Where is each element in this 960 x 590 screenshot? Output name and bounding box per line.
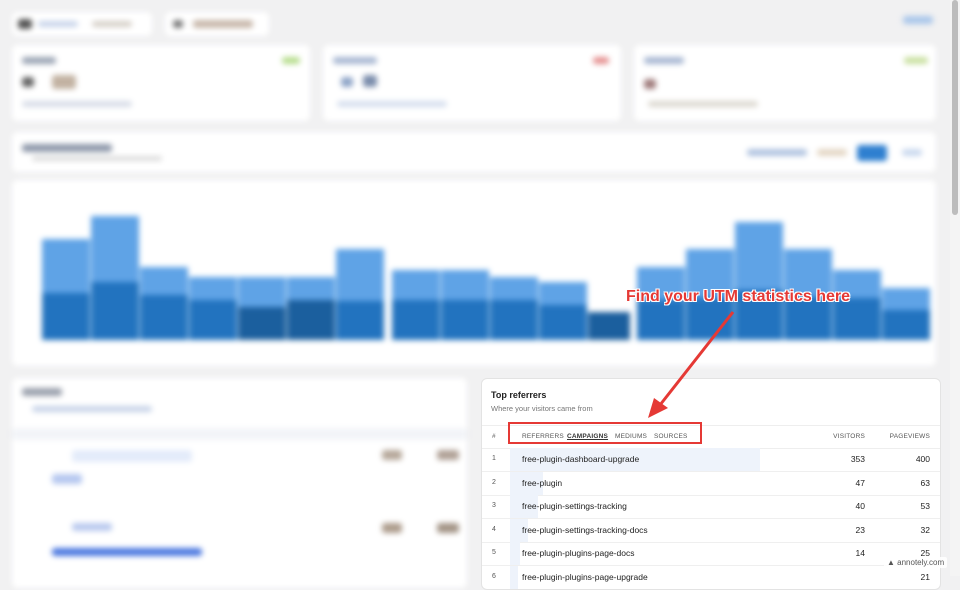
campaign-name[interactable]: free-plugin-plugins-page-docs: [522, 548, 634, 558]
watermark: ▲ annotely.com: [884, 557, 948, 568]
panel-subtitle: Where your visitors came from: [491, 404, 593, 413]
row-pageviews: 53: [920, 501, 930, 511]
campaign-name[interactable]: free-plugin-plugins-page-upgrade: [522, 572, 648, 582]
page-scrollbar[interactable]: [950, 0, 960, 576]
kpi-card-visitors: [12, 45, 310, 121]
row-rank: 5: [492, 549, 496, 556]
top-referrers-panel: Top referrers Where your visitors came f…: [481, 378, 941, 590]
table-row[interactable]: 6 free-plugin-plugins-page-upgrade 21: [482, 565, 940, 589]
kpi-card-pageviews: [323, 45, 621, 121]
campaign-name[interactable]: free-plugin-settings-tracking: [522, 501, 627, 511]
column-header-visitors[interactable]: VISITORS: [833, 433, 865, 440]
row-rank: 4: [492, 525, 496, 533]
site-selector[interactable]: [12, 12, 152, 36]
table-row[interactable]: 3 free-plugin-settings-tracking 40 53: [482, 495, 940, 519]
row-rank: 1: [492, 455, 496, 462]
row-pageviews: 21: [920, 571, 930, 582]
table-row[interactable]: 5 free-plugin-plugins-page-docs 14 25: [482, 542, 940, 566]
scrollbar-thumb[interactable]: [952, 0, 958, 215]
callout-text: Find your UTM statistics here: [626, 288, 851, 305]
row-visitors: 40: [855, 501, 865, 511]
row-share-bar: [510, 542, 520, 565]
date-range-selector[interactable]: [165, 12, 269, 36]
row-pageviews: 32: [920, 524, 930, 535]
row-pageviews: 63: [920, 477, 930, 488]
column-header-rank: #: [492, 433, 496, 440]
row-share-bar: [510, 565, 518, 589]
panel-title: Top referrers: [491, 390, 547, 400]
chart-header: [12, 132, 936, 172]
tabs-highlight-box: [508, 422, 702, 444]
campaign-name[interactable]: free-plugin-dashboard-upgrade: [522, 454, 639, 464]
visitors-chart: [12, 180, 936, 366]
share-button[interactable]: [903, 16, 933, 24]
table-row[interactable]: 4 free-plugin-settings-tracking-docs 23 32: [482, 518, 940, 543]
column-header-pageviews[interactable]: PAGEVIEWS: [890, 433, 930, 440]
campaign-name[interactable]: free-plugin-settings-tracking-docs: [522, 525, 648, 535]
row-visitors: 14: [855, 548, 865, 558]
row-rank: 3: [492, 502, 496, 509]
row-rank: 6: [492, 572, 496, 580]
row-rank: 2: [492, 478, 496, 486]
table-row[interactable]: 1 free-plugin-dashboard-upgrade 353 400: [482, 448, 940, 472]
top-pages-card: [12, 378, 467, 588]
row-pageviews: 400: [915, 454, 930, 464]
table-row[interactable]: 2 free-plugin 47 63: [482, 471, 940, 496]
row-visitors: 23: [855, 524, 865, 535]
row-visitors: 47: [855, 477, 865, 488]
campaign-name[interactable]: free-plugin: [522, 478, 562, 488]
watermark-text: annotely.com: [897, 558, 945, 567]
row-visitors: 353: [850, 454, 865, 464]
kpi-card-time: [634, 45, 936, 121]
